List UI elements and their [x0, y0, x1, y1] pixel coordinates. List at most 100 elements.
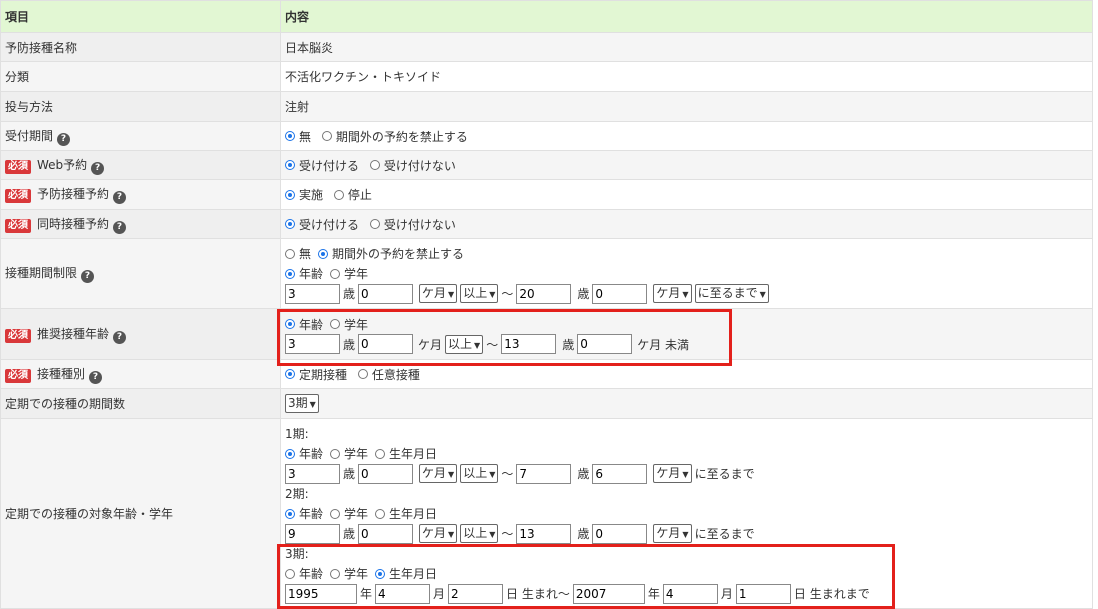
- row-label: 受付期間: [5, 128, 54, 143]
- limit-to-years-input[interactable]: [516, 283, 572, 304]
- limit-radio-age[interactable]: 年齢: [285, 265, 323, 282]
- period-count-select[interactable]: 3期 ▼: [285, 394, 319, 413]
- p3-to-month-input[interactable]: [662, 583, 718, 604]
- radio-checked-icon: [285, 448, 295, 459]
- web-radio-reject[interactable]: 受け付けない: [369, 157, 456, 174]
- row-value: 無 期間外の予約を禁止する 年齢 学年 歳 ケ月▼ 以上▼ 〜 歳 ケ月▼: [280, 238, 1093, 309]
- radio-checked-icon: [285, 508, 295, 519]
- p1-from-unit-select[interactable]: ケ月 ▼: [419, 464, 458, 483]
- recommended-to-years-input[interactable]: [501, 334, 557, 354]
- radio-checked-icon: [318, 248, 329, 259]
- row-label: Web予約: [37, 157, 88, 172]
- radio-unchecked-icon: [321, 131, 332, 141]
- p1-from-months-input[interactable]: [358, 463, 414, 484]
- p2-to-unit-select[interactable]: ケ月 ▼: [653, 524, 692, 543]
- web-radio-accept[interactable]: 受け付ける: [285, 157, 359, 174]
- recommended-from-cond-select[interactable]: 以上 ▼: [445, 334, 484, 354]
- radio-unchecked-icon: [285, 248, 295, 259]
- recommended-from-months-input[interactable]: [358, 334, 414, 354]
- help-icon[interactable]: ?: [113, 330, 127, 344]
- help-icon[interactable]: ?: [81, 270, 95, 283]
- p2-from-years-input[interactable]: [285, 523, 340, 544]
- p2-radio-age[interactable]: 年齢: [285, 505, 323, 522]
- p3-from-day-input[interactable]: [448, 583, 504, 604]
- p2-from-months-input[interactable]: [358, 523, 414, 544]
- radio-unchecked-icon: [330, 448, 341, 459]
- limit-to-unit-select[interactable]: ケ月 ▼: [653, 284, 692, 303]
- chevron-down-icon: ▼: [682, 470, 689, 479]
- limit-radio-none[interactable]: 無: [285, 245, 311, 262]
- simultaneous-radio-reject[interactable]: 受け付けない: [369, 216, 456, 233]
- p1-radio-age[interactable]: 年齢: [285, 445, 323, 462]
- p1-to-unit-select[interactable]: ケ月 ▼: [653, 464, 692, 483]
- p3-radio-age[interactable]: 年齢: [285, 565, 323, 582]
- p1-to-months-input[interactable]: [592, 463, 648, 484]
- help-icon[interactable]: ?: [89, 370, 103, 384]
- chevron-down-icon: ▼: [309, 400, 316, 409]
- row-value: 3期 ▼: [280, 388, 1093, 419]
- table-row: 定期での接種の期間数 3期 ▼: [0, 388, 1093, 419]
- p3-radio-birthdate[interactable]: 生年月日: [375, 565, 437, 582]
- chevron-down-icon: ▼: [682, 530, 689, 539]
- help-icon[interactable]: ?: [113, 220, 127, 234]
- reception-radio-forbid[interactable]: 期間外の予約を禁止する: [321, 128, 468, 145]
- simultaneous-radio-accept[interactable]: 受け付ける: [285, 216, 359, 233]
- limit-from-years-input[interactable]: [285, 283, 340, 304]
- help-icon[interactable]: ?: [57, 132, 71, 146]
- p1-from-years-input[interactable]: [285, 463, 340, 484]
- radio-unchecked-icon: [375, 508, 386, 519]
- radio-checked-icon: [285, 369, 295, 379]
- radio-checked-icon: [285, 319, 295, 329]
- type-radio-optional[interactable]: 任意接種: [357, 366, 420, 383]
- table-header: 項目 内容: [0, 0, 1093, 33]
- p2-from-unit-select[interactable]: ケ月 ▼: [419, 524, 458, 543]
- help-icon[interactable]: ?: [113, 191, 127, 204]
- row-label: 定期での接種の期間数: [0, 388, 281, 419]
- limit-radio-grade[interactable]: 学年: [330, 265, 368, 282]
- recommended-radio-age[interactable]: 年齢: [285, 316, 323, 333]
- reservation-radio-on[interactable]: 実施: [285, 186, 323, 203]
- p2-radio-birthdate[interactable]: 生年月日: [375, 505, 437, 522]
- limit-from-months-input[interactable]: [358, 283, 414, 304]
- chevron-down-icon: ▼: [489, 470, 496, 479]
- recommended-from-years-input[interactable]: [285, 334, 340, 354]
- row-label: 同時接種予約: [37, 216, 110, 231]
- p1-radio-birthdate[interactable]: 生年月日: [375, 445, 437, 462]
- p3-to-year-input[interactable]: [572, 583, 645, 604]
- row-value: 実施 停止: [280, 179, 1093, 210]
- header-item: 項目: [0, 0, 281, 33]
- limit-to-cond-select[interactable]: に至るまで ▼: [694, 284, 769, 303]
- limit-from-cond-select[interactable]: 以上 ▼: [460, 284, 499, 303]
- type-radio-regular[interactable]: 定期接種: [285, 366, 347, 383]
- table-row: 必須 Web予約? 受け付ける 受け付けない: [0, 150, 1093, 180]
- limit-to-months-input[interactable]: [592, 283, 648, 304]
- p3-from-month-input[interactable]: [375, 583, 431, 604]
- chevron-down-icon: ▼: [759, 290, 766, 299]
- p3-radio-grade[interactable]: 学年: [330, 565, 368, 582]
- help-icon[interactable]: ?: [91, 161, 105, 175]
- limit-radio-forbid[interactable]: 期間外の予約を禁止する: [318, 245, 464, 262]
- p3-to-day-input[interactable]: [735, 583, 791, 604]
- radio-unchecked-icon: [330, 319, 341, 329]
- p1-radio-grade[interactable]: 学年: [330, 445, 368, 462]
- reception-radio-none[interactable]: 無: [285, 128, 311, 145]
- chevron-down-icon: ▼: [474, 340, 481, 350]
- recommended-radio-grade[interactable]: 学年: [330, 316, 368, 333]
- reservation-radio-off[interactable]: 停止: [333, 186, 372, 203]
- recommended-to-months-input[interactable]: [577, 334, 633, 354]
- chevron-down-icon: ▼: [682, 290, 689, 299]
- p1-to-years-input[interactable]: [516, 463, 572, 484]
- p2-to-years-input[interactable]: [516, 523, 572, 544]
- p2-to-months-input[interactable]: [592, 523, 648, 544]
- row-label: 接種期間制限: [5, 266, 78, 280]
- radio-checked-icon: [285, 268, 295, 279]
- p3-from-year-input[interactable]: [285, 583, 357, 604]
- row-label: 接種種別: [37, 366, 86, 381]
- radio-unchecked-icon: [375, 448, 386, 459]
- chevron-down-icon: ▼: [448, 470, 455, 479]
- limit-from-unit-select[interactable]: ケ月 ▼: [419, 284, 458, 303]
- p2-radio-grade[interactable]: 学年: [330, 505, 368, 522]
- radio-checked-icon: [285, 219, 295, 229]
- p2-from-cond-select[interactable]: 以上 ▼: [460, 524, 499, 543]
- p1-from-cond-select[interactable]: 以上 ▼: [460, 464, 499, 483]
